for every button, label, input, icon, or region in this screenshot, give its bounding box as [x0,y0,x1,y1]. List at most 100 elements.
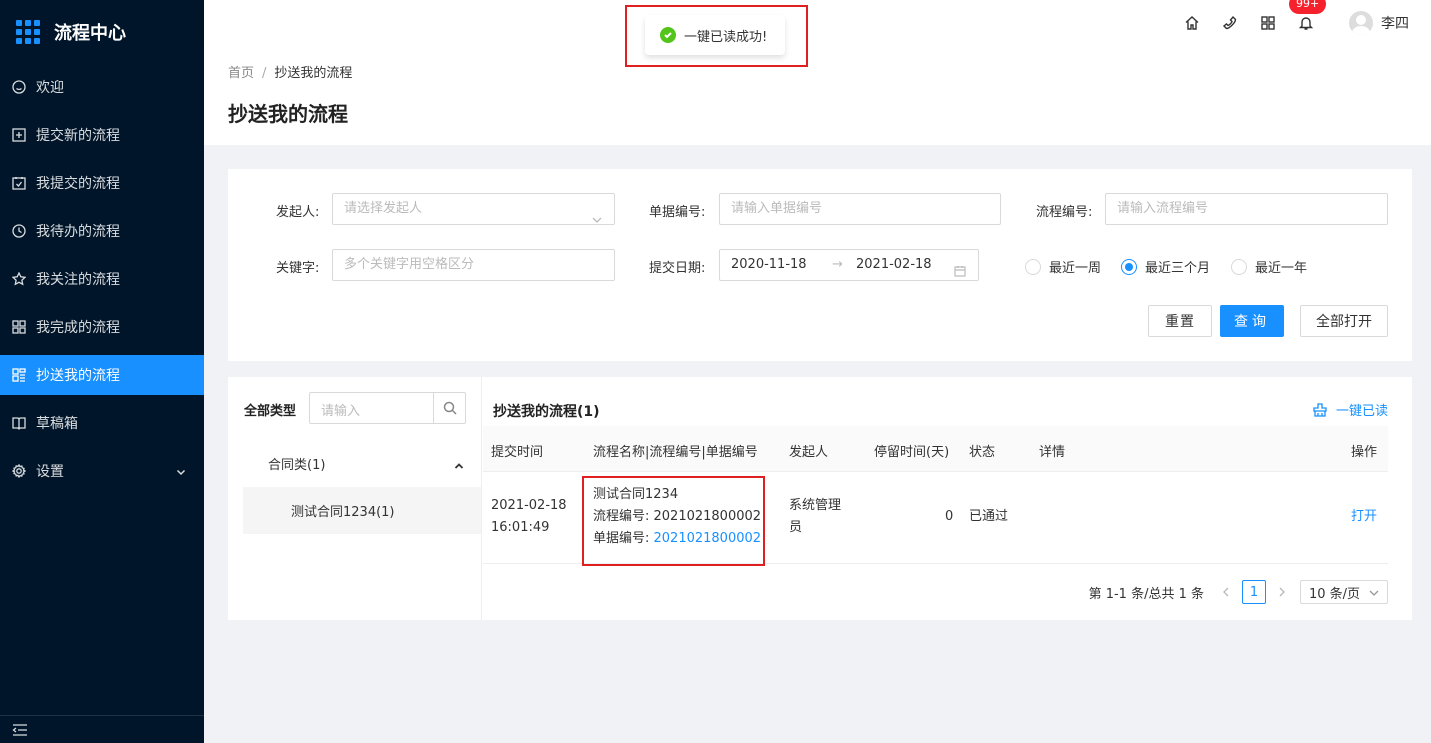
sidebar-item-drafts[interactable]: 草稿箱 [0,403,204,443]
chevron-down-icon [1369,590,1379,596]
sidebar-item-settings[interactable]: 设置 [0,451,204,491]
initiator-name-line2: 员 [789,520,803,535]
pagination-summary: 第 1-1 条/总共 1 条 [1088,586,1204,602]
status-cell: 已通过 [969,509,1009,524]
clock-icon [12,224,26,238]
search-icon[interactable] [433,393,465,423]
date-start[interactable]: 2020-11-18 [731,257,807,272]
table-header: 提交时间 流程名称|流程编号|单据编号 发起人 停留时间(天) 状态 详情 操作 [483,426,1388,472]
sidebar-item-my-submitted[interactable]: 我提交的流程 [0,163,204,203]
doc-no-input[interactable]: 请输入单据编号 [719,193,1001,225]
tree-node-test-contract[interactable]: 测试合同1234(1) [291,501,395,520]
chevron-up-icon[interactable] [454,459,464,469]
range-last-week[interactable]: 最近一周 [1025,257,1101,276]
radio-label: 最近一周 [1049,261,1102,276]
reset-button[interactable]: 重置 [1148,305,1212,337]
notification-badge: 99+ [1289,0,1327,14]
initiator-select[interactable]: 请选择发起人 [332,193,615,225]
keyword-placeholder: 多个关键字用空格区分 [344,257,475,272]
home-icon[interactable] [1183,14,1201,32]
radio-button[interactable] [1231,258,1247,275]
avatar[interactable] [1349,11,1373,35]
collapse-sidebar-button[interactable] [0,715,204,743]
date-range-arrow: → [832,257,843,272]
open-link[interactable]: 打开 [1351,506,1377,528]
sidebar-item-submit-new[interactable]: 提交新的流程 [0,115,204,155]
results-panel: 全部类型 请输入 合同类(1) 测试合同1234(1) 抄送我的流程(1) 一键… [228,377,1412,620]
phone-icon[interactable] [1221,14,1239,32]
menu-fold-icon [12,723,27,736]
clear-icon [1313,402,1327,417]
submit-time: 16:01:49 [491,520,550,535]
calendar-icon [954,259,966,277]
sidebar-item-my-completed[interactable]: 我完成的流程 [0,307,204,347]
sidebar-item-label: 我关注的流程 [36,272,120,288]
sidebar-item-welcome[interactable]: 欢迎 [0,67,204,107]
range-last-year[interactable]: 最近一年 [1231,257,1307,276]
radio-button[interactable] [1121,258,1137,275]
appstore-icon[interactable] [1259,14,1277,32]
range-last-three-months[interactable]: 最近三个月 [1121,257,1210,276]
sidebar-item-label: 设置 [36,464,64,480]
flow-no-label: 流程编号: [1036,205,1093,220]
page-size-select[interactable]: 10 条/页 [1300,580,1388,604]
column-header: 流程名称|流程编号|单据编号 [593,445,758,460]
flow-no-input[interactable]: 请输入流程编号 [1105,193,1388,225]
breadcrumb-current: 抄送我的流程 [274,66,353,81]
date-range-picker[interactable]: 2020-11-18 → 2021-02-18 [719,249,979,281]
table-title: 抄送我的流程(1) [493,404,600,420]
submit-time-cell: 2021-02-18 16:01:49 [491,495,567,539]
top-header: 99+ 李四 [204,0,1431,46]
radio-button[interactable] [1025,258,1041,275]
type-search-input[interactable]: 请输入 [309,392,466,424]
gear-icon [12,464,26,478]
appstore-icon [12,320,26,334]
all-types-label[interactable]: 全部类型 [244,400,296,419]
sidebar-item-label: 我待办的流程 [36,224,120,240]
flow-no-placeholder: 请输入流程编号 [1117,201,1209,216]
keyword-input[interactable]: 多个关键字用空格区分 [332,249,615,281]
sidebar-item-label: 抄送我的流程 [36,368,120,384]
apps-grid-icon [16,19,40,44]
search-button[interactable]: 查询 [1220,305,1284,337]
pagination: 第 1-1 条/总共 1 条 1 10 条/页 [1089,580,1388,604]
plus-square-icon [12,128,26,142]
initiator-name-line1: 系统管理 [789,498,842,513]
sidebar-item-my-todo[interactable]: 我待办的流程 [0,211,204,251]
page-number-current[interactable]: 1 [1242,580,1266,604]
sidebar-item-my-followed[interactable]: 我关注的流程 [0,259,204,299]
breadcrumb-home[interactable]: 首页 [228,66,254,81]
page-title: 抄送我的流程 [228,102,348,126]
date-end[interactable]: 2021-02-18 [856,250,932,280]
radio-label: 最近一年 [1255,261,1308,276]
column-header: 操作 [1351,445,1378,460]
app-logo: 流程中心 [0,0,204,63]
expand-all-button[interactable]: 全部打开 [1300,305,1388,337]
column-header: 详情 [1039,445,1066,460]
column-header: 停留时间(天) [874,445,950,460]
sidebar: 流程中心 欢迎 提交新的流程 我提交的流程 我待办的流程 我关注的流程 我完成的… [0,0,204,743]
sidebar-item-label: 草稿箱 [36,416,78,432]
prev-page-icon[interactable] [1214,580,1238,604]
sidebar-item-label: 提交新的流程 [36,128,120,144]
success-toast: 一键已读成功! [645,15,785,55]
column-header: 发起人 [789,445,829,460]
column-header: 状态 [969,445,996,460]
type-search-placeholder: 请输入 [321,404,361,419]
next-page-icon[interactable] [1270,580,1294,604]
doc-no-placeholder: 请输入单据编号 [731,201,823,216]
mark-all-read-button[interactable]: 一键已读 [1313,400,1388,419]
tree-node-contract[interactable]: 合同类(1) [268,454,325,473]
initiator-label: 发起人: [276,205,320,220]
sidebar-item-label: 我完成的流程 [36,320,120,336]
toast-message: 一键已读成功! [684,29,768,45]
submit-date-label: 提交日期: [649,261,706,276]
mark-all-read-label: 一键已读 [1335,404,1388,419]
notification-bell[interactable]: 99+ [1289,0,1327,32]
star-icon [12,272,26,286]
table-panel: 抄送我的流程(1) 一键已读 提交时间 流程名称|流程编号|单据编号 发起人 停… [483,377,1412,620]
cc-icon [12,368,26,382]
user-name[interactable]: 李四 [1381,13,1409,33]
sidebar-item-cc-to-me[interactable]: 抄送我的流程 [0,355,204,395]
submit-date: 2021-02-18 [491,498,567,513]
